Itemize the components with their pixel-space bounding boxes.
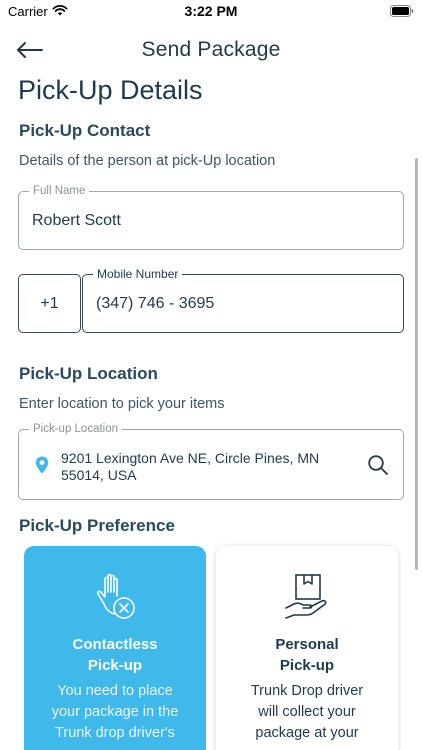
country-code-selector[interactable]: +1 bbox=[18, 274, 81, 333]
hand-cancel-icon bbox=[96, 573, 135, 619]
personal-title-line-1: Personal bbox=[275, 636, 339, 653]
contact-section-description: Details of the person at pick-Up locatio… bbox=[19, 153, 276, 169]
pickup-location-label: Pick-up Location bbox=[29, 422, 123, 436]
personal-desc-line-1: Trunk Drop driver bbox=[250, 683, 364, 699]
preference-section-title: Pick-Up Preference bbox=[19, 516, 175, 535]
contactless-desc-line-3: Trunk drop driver's bbox=[55, 725, 175, 741]
full-name-field[interactable]: Full Name Robert Scott bbox=[18, 184, 404, 250]
personal-title: Personal Pick-up bbox=[216, 634, 398, 676]
contactless-description: You need to place your package in the Tr… bbox=[36, 681, 194, 744]
full-name-value[interactable]: Robert Scott bbox=[32, 212, 121, 230]
mobile-number-field[interactable]: Mobile Number (347) 746 - 3695 bbox=[82, 267, 404, 333]
full-name-label: Full Name bbox=[29, 184, 90, 198]
pickup-location-value[interactable]: 9201 Lexington Ave NE, Circle Pines, MN … bbox=[61, 450, 351, 484]
personal-title-line-2: Pick-up bbox=[279, 657, 335, 674]
personal-pickup-option[interactable]: Personal Pick-up Trunk Drop driver will … bbox=[216, 546, 398, 750]
app-header: Send Package bbox=[0, 30, 422, 70]
contactless-desc-line-1: You need to place bbox=[57, 683, 173, 699]
status-bar: Carrier 3:22 PM bbox=[0, 0, 422, 24]
contactless-desc-line-2: your package in the bbox=[51, 704, 179, 720]
pickup-details-form[interactable]: Pick-Up Details Pick-Up Contact Details … bbox=[0, 70, 422, 750]
battery-icon bbox=[390, 5, 414, 17]
mobile-number-label: Mobile Number bbox=[93, 267, 183, 281]
search-icon[interactable] bbox=[367, 454, 389, 476]
contact-section-title: Pick-Up Contact bbox=[19, 121, 151, 140]
box-hand-icon bbox=[285, 574, 327, 619]
page-title: Pick-Up Details bbox=[18, 75, 203, 105]
location-section-description: Enter location to pick your items bbox=[19, 396, 225, 412]
pickup-location-field[interactable]: Pick-up Location 9201 Lexington Ave NE, … bbox=[18, 422, 404, 500]
contactless-title-line-1: Contactless bbox=[72, 636, 158, 653]
location-pin-icon bbox=[35, 456, 49, 474]
mobile-number-value[interactable]: (347) 746 - 3695 bbox=[96, 295, 214, 313]
contactless-title-line-2: Pick-up bbox=[87, 657, 143, 674]
header-title: Send Package bbox=[141, 38, 281, 61]
status-time: 3:22 PM bbox=[184, 3, 238, 19]
location-section-title: Pick-Up Location bbox=[19, 364, 158, 383]
contactless-title: Contactless Pick-up bbox=[24, 634, 206, 676]
pickup-location-line-2: 55014, USA bbox=[61, 467, 137, 483]
personal-desc-line-2: will collect your bbox=[258, 704, 356, 720]
scroll-indicator[interactable] bbox=[415, 158, 418, 570]
personal-description: Trunk Drop driver will collect your pack… bbox=[228, 681, 386, 744]
contactless-pickup-option[interactable]: Contactless Pick-up You need to place yo… bbox=[24, 546, 206, 750]
personal-desc-line-3: package at your bbox=[255, 725, 359, 741]
pickup-location-line-1: 9201 Lexington Ave NE, Circle Pines, MN bbox=[61, 450, 320, 466]
